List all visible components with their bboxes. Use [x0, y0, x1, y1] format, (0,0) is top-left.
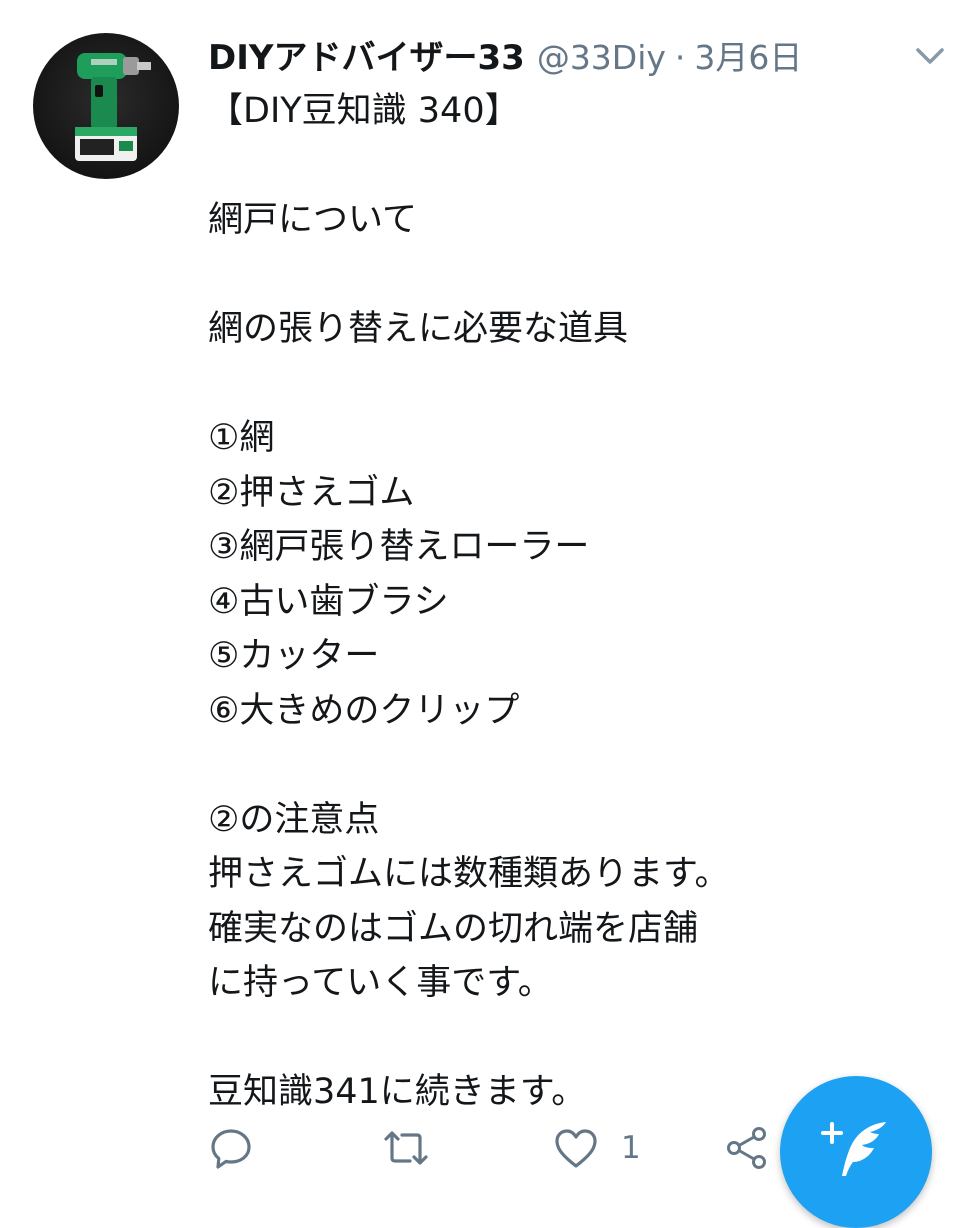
- compose-tweet-icon: [821, 1122, 886, 1176]
- share-button[interactable]: [724, 1124, 770, 1172]
- tweet-date[interactable]: 3月6日: [694, 31, 802, 79]
- share-icon: [727, 1127, 766, 1169]
- tweet-line: ①網: [208, 418, 275, 458]
- compose-tweet-button[interactable]: [780, 1076, 932, 1228]
- tweet-line: に持っていく事です。: [208, 963, 553, 1003]
- tweet-line: ②の注意点: [208, 799, 380, 840]
- tweet-line: 網戸について: [208, 200, 417, 240]
- tweet-line: ②押さえゴム: [208, 472, 415, 513]
- user-handle[interactable]: @33Diy: [537, 38, 666, 77]
- heart-icon: [555, 1129, 597, 1168]
- tweet-text: 【DIY豆知識 340】 網戸について網の張り替えに必要な道具 ①網 ②押さえゴム ③網…: [208, 84, 888, 1120]
- retweet-button[interactable]: [382, 1124, 430, 1172]
- user-name[interactable]: DIYアドバイザー33: [208, 30, 525, 79]
- tweet-line: ⑤カッター: [208, 636, 380, 676]
- tweet-line: ③網戸張り替えローラー: [208, 527, 590, 567]
- chevron-down-icon[interactable]: [912, 42, 948, 70]
- tweet-line: ⑥大きめのクリップ: [208, 690, 520, 731]
- avatar[interactable]: [33, 33, 179, 179]
- tweet-line: ④古い歯ブラシ: [208, 581, 449, 622]
- reply-button[interactable]: [208, 1124, 254, 1172]
- tweet-line: 押さえゴムには数種類あります。: [208, 854, 730, 894]
- reply-icon: [211, 1129, 251, 1169]
- tweet-line: 確実なのはゴムの切れ端を店舗: [208, 908, 699, 949]
- retweet-icon: [384, 1131, 428, 1165]
- tweet-line: 【DIY豆知識 340】: [208, 91, 520, 131]
- tweet-header: DIYアドバイザー33 @33Diy · 3月6日: [208, 30, 802, 86]
- impact-driver-avatar-icon: [75, 53, 151, 161]
- meta-separator: ·: [674, 38, 686, 77]
- like-button[interactable]: 1: [553, 1124, 641, 1172]
- like-count: 1: [621, 1130, 641, 1166]
- tweet-line: 網の張り替えに必要な道具: [208, 309, 629, 349]
- tweet-line: 豆知識341に続きます。: [208, 1072, 587, 1112]
